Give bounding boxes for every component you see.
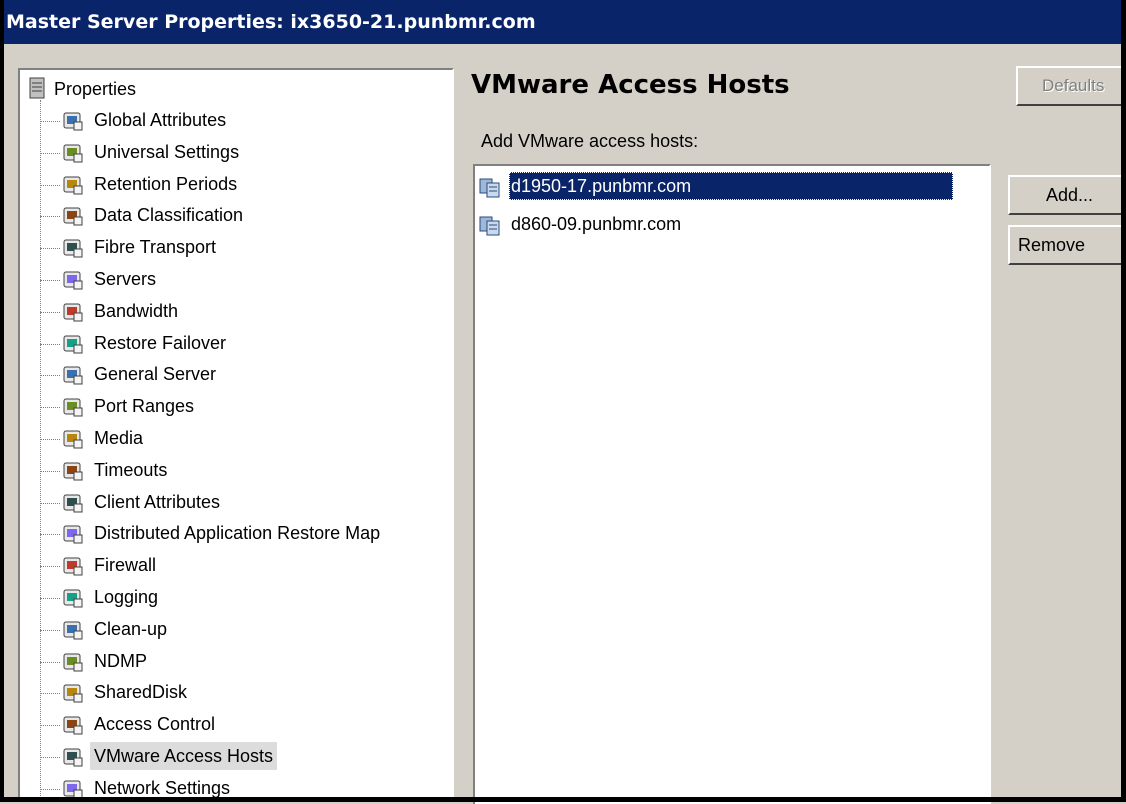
tree-branch-line — [40, 725, 60, 727]
port-icon — [62, 396, 84, 418]
restore-failover-icon — [62, 333, 84, 355]
tree-item-label: Retention Periods — [94, 173, 238, 194]
tree-item-label: NDMP — [94, 650, 147, 671]
server-icon — [62, 364, 84, 386]
vmware-hosts-icon — [62, 746, 84, 768]
tree-branch-line — [40, 693, 60, 695]
tree-branch-line — [40, 598, 60, 599]
tree-item-label: General Server — [94, 364, 217, 385]
tree-item-label: Network Settings — [94, 777, 231, 798]
window-title-bar[interactable]: Master Server Properties: ix3650-21.punb… — [0, 0, 1126, 44]
tree-branch-line — [40, 375, 60, 377]
clock-icon — [62, 460, 84, 482]
remove-host-button-label: Remove — [1018, 235, 1086, 255]
client-attributes-icon — [62, 492, 84, 514]
retention-icon — [62, 174, 84, 196]
properties-tree[interactable]: Properties Global Attributes Universal Se… — [18, 68, 454, 798]
network-icon — [62, 778, 84, 798]
tree-item-label: Firewall — [94, 555, 157, 576]
tree-branch-line — [40, 311, 60, 313]
tree-item-label: Port Ranges — [94, 396, 195, 417]
media-icon — [62, 428, 84, 450]
tree-item-label: Distributed Application Restore Map — [94, 523, 381, 544]
tree-item-label: Client Attributes — [94, 491, 221, 512]
database-icon — [62, 523, 84, 545]
globe-calendar-icon — [62, 110, 84, 132]
tree-item-label: Fibre Transport — [94, 237, 217, 258]
host-name: d1950-17.punbmr.com — [509, 172, 953, 200]
access-control-icon — [62, 714, 84, 736]
tree-item-label: SharedDisk — [94, 682, 188, 703]
tree-branch-line — [40, 184, 60, 186]
tree-branch-line — [40, 502, 60, 504]
host-name: d860-09.punbmr.com — [511, 214, 682, 234]
window-title: Master Server Properties: ix3650-21.punb… — [6, 11, 536, 33]
vmware-hosts-list[interactable]: d1950-17.punbmr.com d860-09.punbmr.com — [473, 164, 991, 804]
tree-branch-line — [40, 788, 60, 790]
tree-branch-line — [40, 470, 60, 472]
defaults-button-label: Defaults — [1042, 76, 1105, 95]
logging-icon — [62, 587, 84, 609]
tree-branch-line — [40, 121, 60, 122]
tree-branch-line — [40, 343, 60, 345]
tree-branch-line — [40, 629, 60, 631]
add-host-button[interactable]: Add... — [1008, 175, 1126, 215]
server-icon — [29, 77, 45, 99]
tree-item-label: Access Control — [94, 714, 216, 735]
monitor-icon — [62, 237, 84, 259]
tree-branch-line — [40, 407, 60, 409]
tree-branch-line — [40, 280, 60, 281]
tree-item-label: Servers — [94, 269, 157, 289]
tree-root-properties[interactable]: Properties — [28, 76, 136, 102]
shared-disk-icon — [62, 682, 84, 704]
ndmp-icon — [62, 651, 84, 673]
tree-item-label: VMware Access Hosts — [90, 742, 278, 770]
hosts-list-label: Add VMware access hosts: — [481, 131, 699, 151]
data-classification-icon — [62, 205, 84, 227]
tree-item-label: Timeouts — [94, 459, 168, 480]
tree-item-label: Bandwidth — [94, 300, 179, 321]
tree-branch-line — [40, 534, 60, 536]
tree-branch-line — [40, 248, 60, 250]
tree-item-label: Universal Settings — [94, 141, 240, 162]
tree-item-label: Data Classification — [94, 205, 244, 226]
tree-item-label: Clean-up — [94, 618, 168, 639]
vmware-host-icon — [479, 176, 501, 198]
server-icon — [62, 269, 84, 291]
add-host-button-label: Add... — [1046, 185, 1094, 205]
tree-branch-line — [40, 661, 60, 663]
tree-branch-line — [40, 757, 60, 758]
globe-settings-icon — [62, 142, 84, 164]
tree-item-label: Restore Failover — [94, 332, 227, 353]
tree-root-label: Properties — [54, 79, 137, 99]
defaults-button[interactable]: Defaults — [1016, 66, 1126, 106]
tree-item-label: Logging — [94, 587, 159, 607]
firewall-icon — [62, 555, 84, 577]
tree-branch-line — [40, 566, 60, 568]
tree-item-label: Global Attributes — [94, 110, 227, 130]
tree-branch-line — [40, 439, 60, 440]
tree-branch-line — [40, 152, 60, 154]
panel-title: VMware Access Hosts — [471, 70, 790, 100]
tree-branch-line — [40, 216, 60, 218]
cleanup-icon — [62, 619, 84, 641]
bandwidth-icon — [62, 301, 84, 323]
remove-host-button[interactable]: Remove — [1008, 225, 1126, 265]
vmware-host-icon — [479, 214, 501, 236]
tree-item-label: Media — [94, 428, 144, 448]
